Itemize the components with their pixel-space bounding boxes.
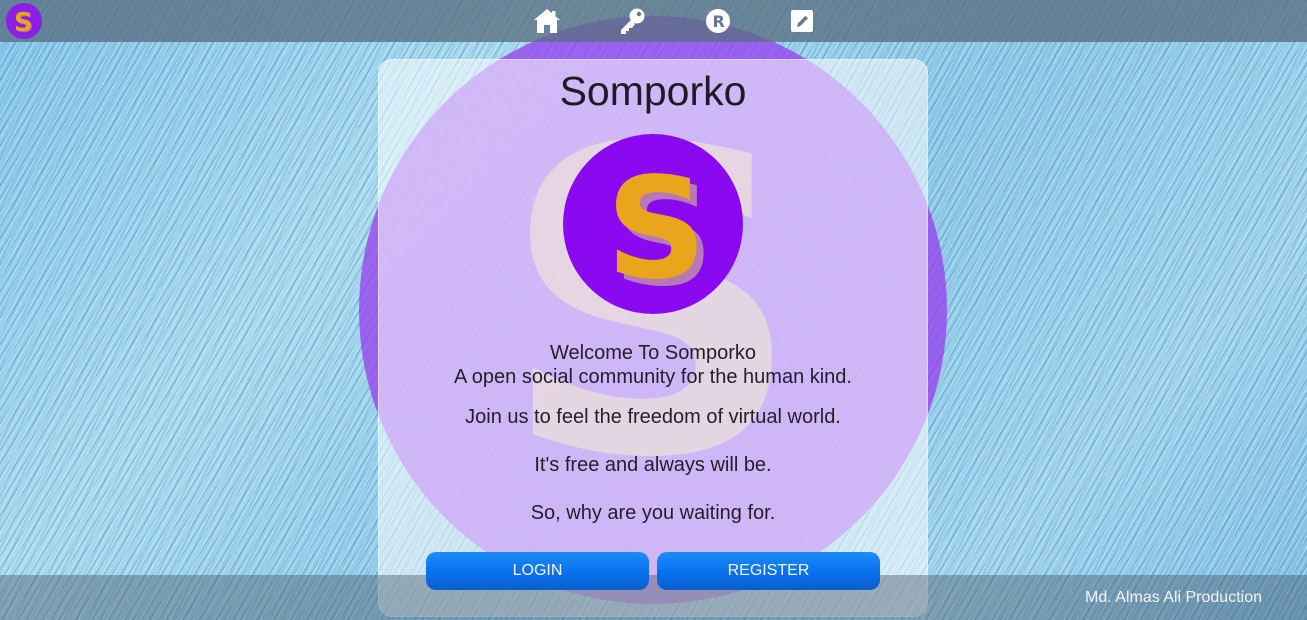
welcome-text: Welcome To Somporko [549,342,756,364]
footer-credit: Md. Almas Ali Production [1085,589,1262,606]
free-text: It's free and always will be. [534,454,772,476]
svg-text:S: S [606,148,707,311]
tagline-text: A open social community for the human ki… [454,366,852,388]
key-icon[interactable] [618,6,648,36]
svg-text:R: R [713,12,725,31]
waiting-text: So, why are you waiting for. [530,502,776,524]
register-icon[interactable]: R [703,6,733,36]
page-title: Somporko [559,68,747,114]
svg-text:S: S [14,8,33,38]
home-icon[interactable] [532,6,562,36]
site-logo[interactable]: S S [6,3,42,39]
edit-icon[interactable] [787,6,817,36]
main-logo: S S [563,134,743,314]
register-button[interactable]: REGISTER [657,552,880,590]
top-navbar [0,0,1307,42]
join-text: Join us to feel the freedom of virtual w… [465,406,841,428]
login-button[interactable]: LOGIN [426,552,649,590]
